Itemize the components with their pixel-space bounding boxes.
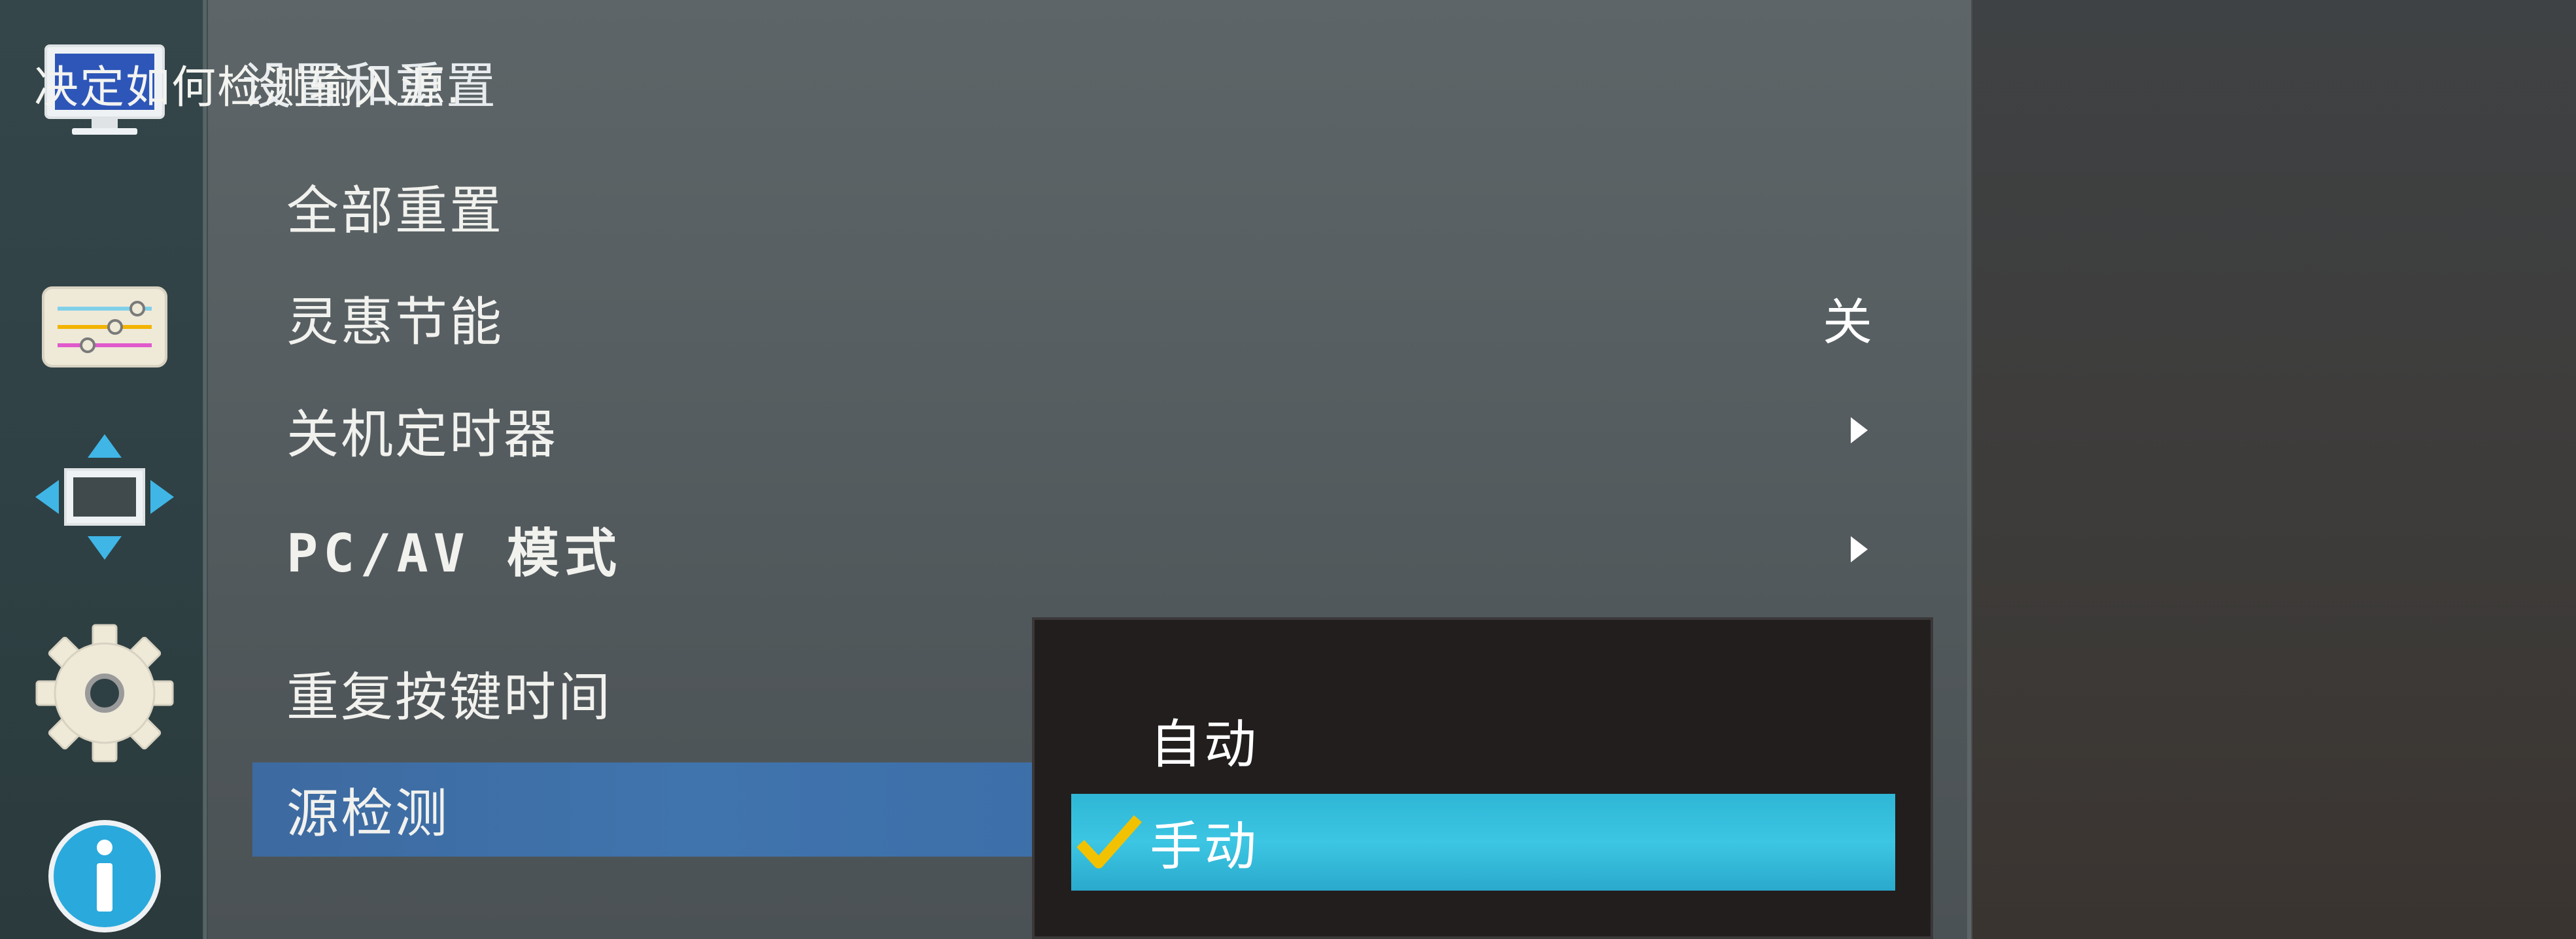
menu-item-label: PC/AV 模式 (286, 523, 622, 584)
menu-item-eco-saving[interactable]: 灵惠节能 关 (252, 272, 1927, 364)
checkmark-icon (1076, 815, 1142, 868)
divider (1967, 0, 1971, 939)
menu-item-off-timer[interactable]: 关机定时器 (252, 384, 1927, 476)
chevron-right-icon (1851, 536, 1868, 562)
menu-item-source-detection[interactable]: 源检测 (252, 762, 1135, 857)
menu-item-label: 关机定时器 (286, 404, 558, 465)
option-auto[interactable]: 自动 (1071, 692, 1895, 789)
source-detection-popup: 自动 手动 (1032, 617, 1933, 939)
position-icon[interactable] (26, 432, 183, 562)
menu-item-label: 源检测 (286, 783, 449, 844)
picture-adjust-icon[interactable] (26, 262, 183, 392)
option-label: 手动 (1150, 816, 1258, 877)
monitor-osd-screen: 设置和重置 全部重置 灵惠节能 关 关机定时器 PC/AV 模式 重复按键时间 … (0, 0, 2576, 939)
help-text: 决定如何检测输入源. (34, 62, 462, 114)
menu-item-reset-all[interactable]: 全部重置 (252, 161, 1927, 252)
category-icon-bar (0, 0, 204, 939)
menu-item-value: 关 (1823, 293, 1874, 351)
chevron-right-icon (1851, 417, 1868, 443)
option-label: 自动 (1150, 714, 1258, 775)
menu-item-pc-av-mode[interactable]: PC/AV 模式 (252, 504, 1927, 595)
gear-icon[interactable] (26, 624, 183, 762)
help-panel (1972, 0, 2576, 939)
divider (203, 0, 207, 939)
menu-item-label: 全部重置 (286, 180, 504, 241)
menu-item-label: 灵惠节能 (286, 292, 504, 352)
info-icon[interactable] (26, 811, 183, 939)
option-manual[interactable]: 手动 (1071, 794, 1895, 891)
menu-item-key-repeat-time[interactable]: 重复按键时间 (252, 647, 1024, 739)
menu-item-label: 重复按键时间 (286, 667, 612, 728)
